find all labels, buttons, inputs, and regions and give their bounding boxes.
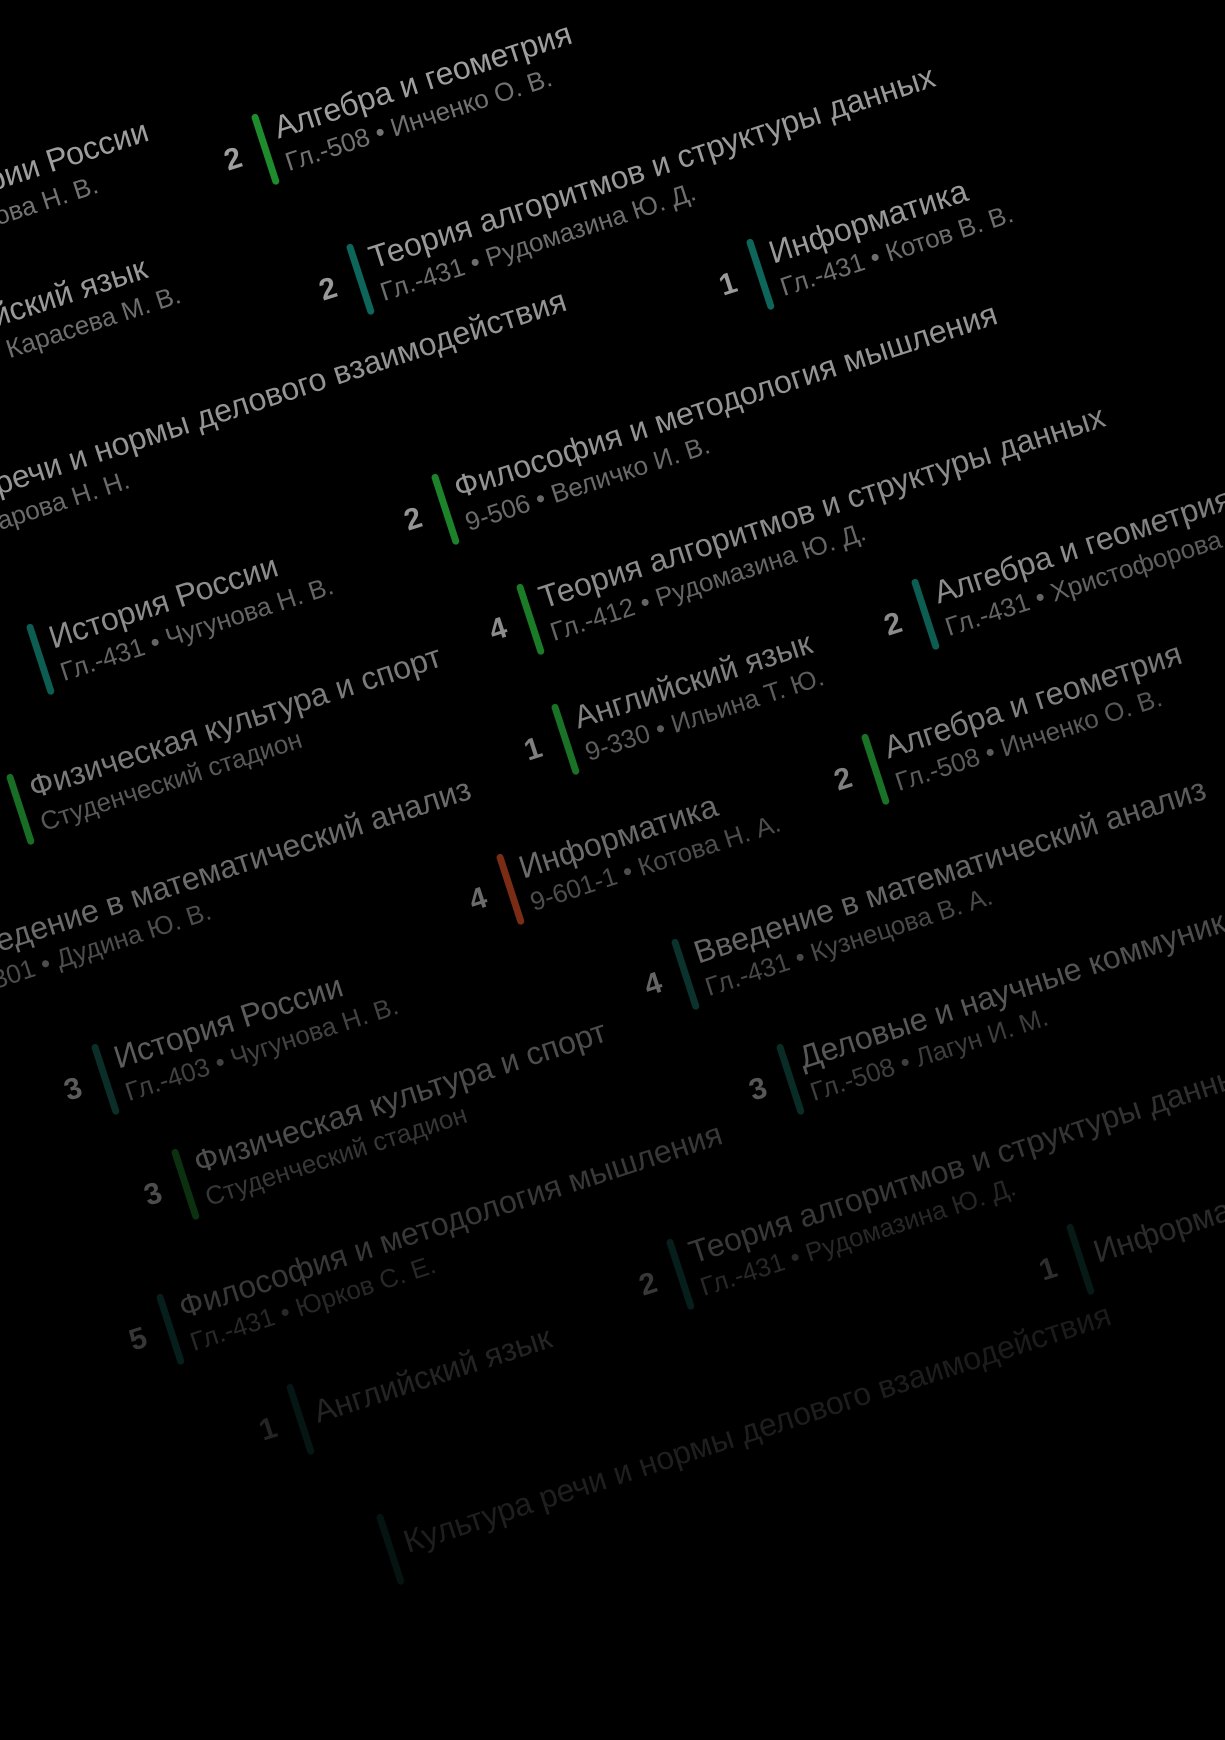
schedule-item: 2 Алгебра и геометрия Гл.-508 • Инченко О.… [205, 13, 587, 200]
lesson-number [0, 667, 16, 675]
lesson-number: 4 [485, 610, 512, 648]
lesson-number: 5 [125, 1320, 152, 1358]
schedule-item: Английский язык9-330 • Карасева М. В. [0, 240, 185, 415]
lesson-number: 1 [520, 730, 547, 768]
lesson-number: 1 [715, 265, 742, 303]
lesson-number: 4 [465, 880, 492, 918]
subject-title: Английский язык [308, 1318, 556, 1430]
lesson-number: 2 [220, 140, 247, 178]
lesson-number: 3 [60, 1070, 87, 1108]
lesson-number: 4 [640, 965, 667, 1003]
lesson-number [341, 1557, 366, 1565]
lesson-number: 1 [255, 1410, 282, 1448]
lesson-number: 2 [400, 500, 427, 538]
lesson-number: 2 [880, 605, 907, 643]
lesson-number: 2 [830, 760, 857, 798]
lesson-number: 3 [745, 1070, 772, 1108]
lesson-number: 1 [1035, 1250, 1062, 1288]
lesson-number: 2 [315, 270, 342, 308]
schedule-item: Культура речи и нормы делового взаимодей… [330, 1280, 1122, 1600]
lesson-number: 3 [140, 1175, 167, 1213]
lesson-number: 2 [635, 1265, 662, 1303]
schedule-item: 4 Информатика 9-601-1 • Котова Н. А. [450, 769, 785, 941]
subject-title: Информатика [1088, 1171, 1225, 1270]
schedule-background: Истории России Чугунова Н. В. 2 Алгебра и … [0, 0, 1225, 1740]
